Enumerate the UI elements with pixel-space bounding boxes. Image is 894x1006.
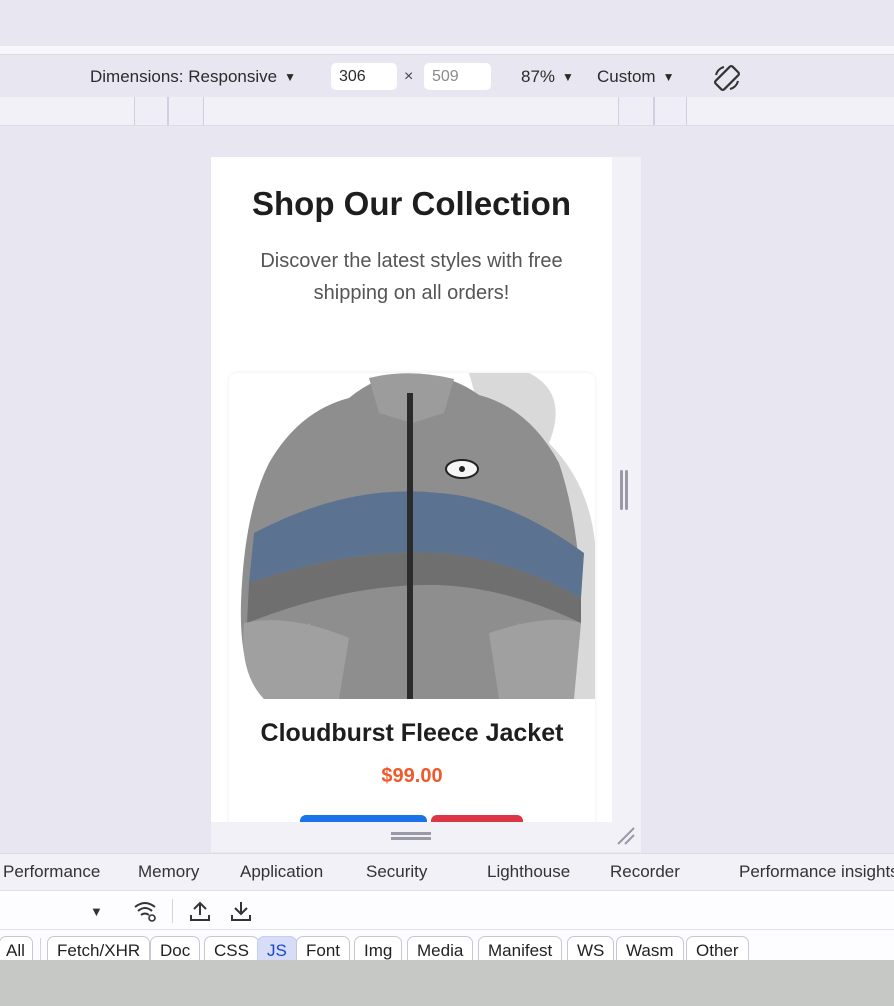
filter-font[interactable]: Font: [296, 936, 351, 960]
caret-down-icon: ▼: [562, 70, 574, 84]
filter-doc[interactable]: Doc: [150, 936, 201, 960]
product-price: $99.00: [381, 765, 443, 787]
filter-img[interactable]: Img: [354, 936, 403, 960]
media-query-ruler: [0, 97, 894, 126]
filter-fetch-xhr[interactable]: Fetch/XHR: [47, 936, 151, 960]
throttling-caret-icon[interactable]: ▼: [90, 904, 103, 919]
tab-security[interactable]: Security: [366, 862, 427, 882]
throttle-dropdown[interactable]: Custom ▼: [597, 64, 674, 90]
ruler-segment[interactable]: [168, 97, 204, 125]
width-input[interactable]: 306: [331, 63, 397, 90]
resize-corner-icon[interactable]: [616, 826, 636, 846]
resize-handle-bottom[interactable]: [211, 822, 641, 852]
buy-now-button[interactable]: [431, 815, 523, 822]
page-subtitle: Discover the latest styles with free shi…: [260, 250, 563, 304]
product-image: [229, 373, 595, 699]
grip-icon: [391, 832, 431, 840]
download-icon[interactable]: [229, 899, 253, 923]
ruler-segment[interactable]: [654, 97, 687, 125]
filter-media[interactable]: Media: [407, 936, 474, 960]
caret-down-icon: ▼: [284, 70, 296, 84]
dimensions-dropdown[interactable]: Dimensions: Responsive ▼: [90, 64, 296, 90]
devtools-top-strip: [0, 46, 894, 55]
product-card: Cloudburst Fleece Jacket $99.00: [229, 373, 595, 822]
times-icon: ×: [404, 68, 414, 85]
device-toolbar: Dimensions: Responsive ▼ 306 × 509 87% ▼ C…: [0, 56, 894, 96]
tab-lighthouse[interactable]: Lighthouse: [487, 862, 570, 882]
filter-js[interactable]: JS: [257, 936, 297, 960]
filter-wasm[interactable]: Wasm: [616, 936, 684, 960]
zoom-label: 87%: [521, 67, 556, 86]
height-input[interactable]: 509: [424, 63, 491, 90]
product-name: Cloudburst Fleece Jacket: [260, 719, 564, 747]
network-filter-bar: All Fetch/XHR Doc CSS JS Font Img Media …: [0, 930, 894, 960]
filter-manifest[interactable]: Manifest: [478, 936, 563, 960]
upload-icon[interactable]: [188, 899, 212, 923]
rotate-icon[interactable]: [712, 63, 742, 93]
devtools-panel-tabs: Performance Memory Application Security …: [0, 853, 894, 890]
network-conditions-icon[interactable]: [133, 899, 157, 923]
filter-all[interactable]: All: [0, 936, 33, 960]
resize-handle-right[interactable]: [620, 470, 630, 510]
bottom-overlay: [0, 960, 894, 1006]
tab-memory[interactable]: Memory: [138, 862, 199, 882]
add-to-cart-button[interactable]: [300, 815, 427, 822]
tab-performance-insights[interactable]: Performance insights: [739, 862, 894, 882]
tab-recorder[interactable]: Recorder: [610, 862, 680, 882]
zoom-dropdown[interactable]: 87% ▼: [521, 64, 574, 90]
tab-application[interactable]: Application: [240, 862, 323, 882]
network-toolbar: ▼: [0, 890, 894, 930]
filter-ws[interactable]: WS: [567, 936, 615, 960]
page-title: Shop Our Collection: [252, 185, 571, 222]
caret-down-icon: ▼: [662, 70, 675, 84]
filter-divider: [40, 938, 41, 960]
filter-other[interactable]: Other: [686, 936, 749, 960]
emulated-viewport: Shop Our Collection Discover the latest …: [211, 157, 612, 822]
ruler-segment[interactable]: [134, 97, 168, 125]
dimensions-label: Dimensions: Responsive: [90, 67, 278, 86]
toolbar-divider: [172, 899, 173, 923]
ruler-segment[interactable]: [618, 97, 654, 125]
tab-performance[interactable]: Performance: [3, 862, 100, 882]
throttle-label: Custom: [597, 67, 656, 86]
filter-css[interactable]: CSS: [204, 936, 259, 960]
